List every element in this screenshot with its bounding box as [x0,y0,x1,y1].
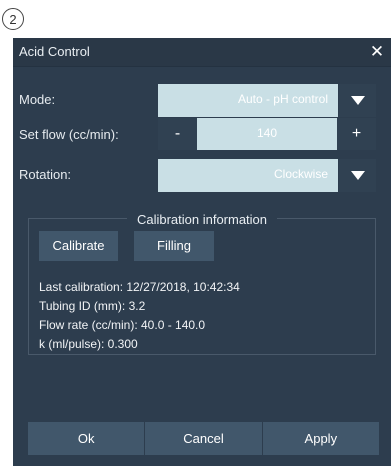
cancel-button[interactable]: Cancel [145,422,263,455]
close-icon[interactable]: ✕ [367,41,387,63]
rotation-label: Rotation: [19,167,72,182]
mode-dropdown-button[interactable] [338,84,376,117]
step-number-badge: 2 [2,8,24,30]
chevron-down-icon [350,171,365,180]
mode-value: Auto - pH control [237,92,328,106]
rotation-dropdown-button[interactable] [338,159,376,192]
dialog-title: Acid Control [19,44,90,59]
rotation-value: Clockwise [273,167,328,181]
chevron-down-icon [350,96,365,105]
rotation-select[interactable]: Clockwise [158,159,376,192]
k-value-text: k (ml/pulse): 0.300 [39,337,138,351]
acid-control-dialog: Acid Control ✕ Mode: Auto - pH control S… [13,38,391,466]
tubing-id-text: Tubing ID (mm): 3.2 [39,299,146,313]
dialog-footer: Ok Cancel Apply [28,422,379,455]
ok-button[interactable]: Ok [28,422,146,455]
calibration-group-title: Calibration information [29,211,375,229]
apply-button[interactable]: Apply [263,422,379,455]
mode-label: Mode: [19,92,56,107]
decrease-flow-button[interactable]: - [158,118,197,150]
set-flow-label: Set flow (cc/min): [19,127,119,142]
set-flow-stepper: - 140 + [158,118,376,150]
filling-button[interactable]: Filling [134,231,214,261]
flow-rate-text: Flow rate (cc/min): 40.0 - 140.0 [39,318,206,332]
calibrate-button[interactable]: Calibrate [39,231,118,261]
increase-flow-button[interactable]: + [337,118,376,150]
dialog-titlebar: Acid Control ✕ [13,38,391,67]
set-flow-value[interactable]: 140 [197,126,337,140]
last-calibration-text: Last calibration: 12/27/2018, 10:42:34 [39,280,240,294]
calibration-title-text: Calibration information [126,212,278,227]
calibration-group: Calibration information Calibrate Fillin… [28,212,376,355]
mode-select[interactable]: Auto - pH control [158,84,376,117]
